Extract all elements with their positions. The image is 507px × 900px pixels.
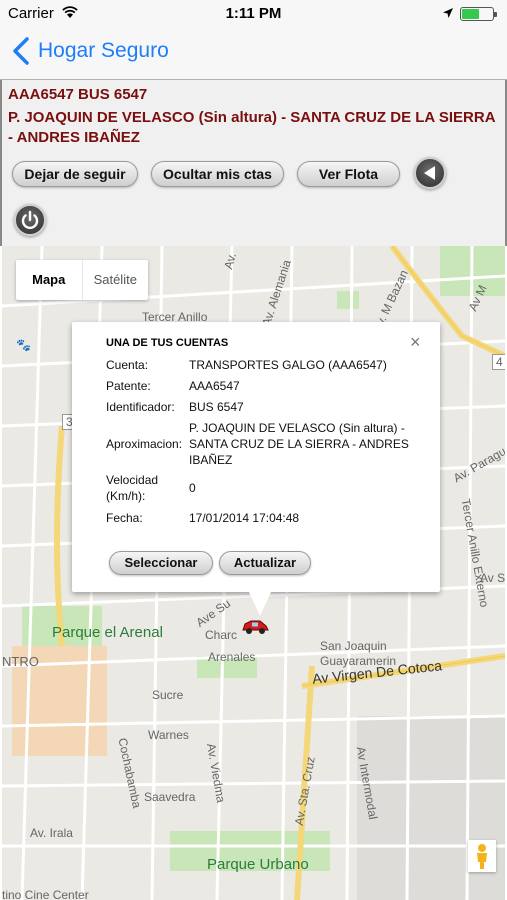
location-arrow-icon: [442, 6, 454, 23]
popup-value: P. JOAQUIN DE VELASCO (Sin altura) - SAN…: [189, 421, 409, 467]
popup-label: Cuenta:: [106, 358, 149, 372]
map-label: Arenales: [208, 650, 256, 664]
popup-value: AAA6547: [189, 379, 240, 393]
back-button[interactable]: Hogar Seguro: [10, 36, 169, 66]
map-label: Av. Irala: [30, 826, 73, 840]
back-button-label: Hogar Seguro: [38, 39, 169, 62]
update-button[interactable]: Actualizar: [219, 551, 311, 575]
map-label: NTRO: [2, 654, 39, 669]
popup-label: Velocidad (Km/h):: [106, 473, 159, 503]
map-type-map-button[interactable]: Mapa: [16, 260, 82, 300]
select-button[interactable]: Seleccionar: [109, 551, 213, 575]
power-icon: [21, 210, 39, 230]
popup-label: Identificador:: [106, 400, 175, 414]
popup-value: 17/01/2014 17:04:48: [189, 511, 300, 525]
map-label: Saavedra: [144, 790, 196, 804]
vehicle-title: AAA6547 BUS 6547: [8, 86, 148, 103]
vehicle-location: P. JOAQUIN DE VELASCO (Sin altura) - SAN…: [8, 109, 495, 146]
map-label: Av S: [480, 571, 505, 585]
vehicle-info-popup: UNA DE TUS CUENTAS × Cuenta: TRANSPORTES…: [72, 322, 440, 616]
map-type-satellite-button[interactable]: Satélite: [81, 260, 149, 300]
popup-label: Aproximacion:: [106, 437, 183, 451]
view-fleet-button[interactable]: Ver Flota: [297, 161, 400, 187]
popup-value: 0: [189, 481, 196, 495]
popup-value: BUS 6547: [189, 400, 244, 414]
popup-label: Fecha:: [106, 511, 143, 525]
map-type-control: Mapa Satélite: [16, 260, 148, 300]
paw-icon: 🐾: [16, 338, 31, 352]
battery-fill: [462, 9, 479, 19]
previous-button[interactable]: [414, 157, 446, 189]
map-label-park: Parque el Arenal: [52, 624, 163, 641]
navigation-bar: Hogar Seguro: [0, 28, 507, 80]
popup-value: TRANSPORTES GALGO (AAA6547): [189, 358, 387, 372]
triangle-left-icon: [424, 166, 435, 180]
close-icon[interactable]: ×: [410, 332, 421, 353]
map-label: Warnes: [148, 728, 189, 742]
map-label-park: Parque Urbano: [207, 856, 309, 873]
map-label: Charc: [205, 628, 238, 642]
map-label: San Joaquin: [320, 639, 387, 653]
clock: 1:11 PM: [225, 5, 282, 22]
map-label: Sucre: [152, 688, 184, 702]
street-view-pegman-icon[interactable]: [468, 840, 496, 872]
popup-title: UNA DE TUS CUENTAS: [106, 337, 229, 349]
hide-accounts-button[interactable]: Ocultar mis ctas: [151, 161, 284, 187]
vehicle-marker-icon[interactable]: [240, 616, 270, 636]
status-bar: Carrier 1:11 PM: [0, 0, 507, 28]
map-label: tino Cine Center: [2, 888, 89, 900]
unfollow-button[interactable]: Dejar de seguir: [12, 161, 138, 187]
chevron-left-icon: [13, 37, 29, 65]
road-shield: 4: [492, 354, 505, 370]
battery-icon: [460, 7, 497, 21]
power-button[interactable]: [14, 204, 46, 236]
popup-label: Patente:: [106, 379, 151, 393]
